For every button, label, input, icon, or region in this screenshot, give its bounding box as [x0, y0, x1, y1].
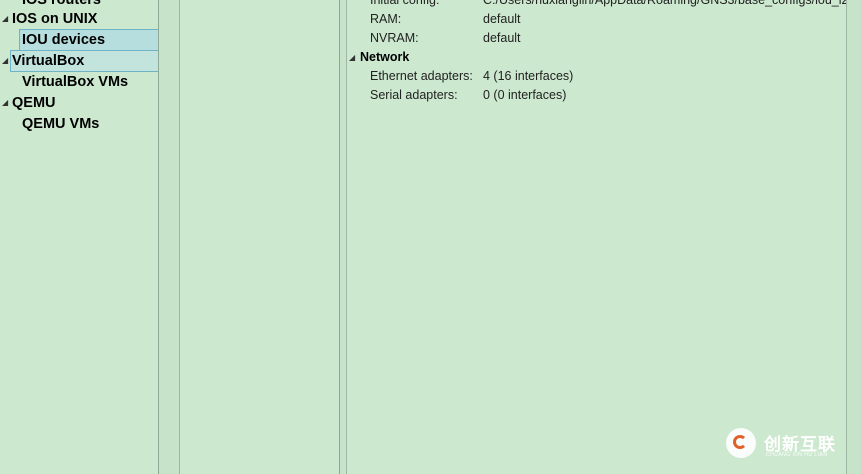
watermark-subtext: CHUANG XIN HU LIAN: [766, 452, 828, 458]
vertical-scrollbar[interactable]: [847, 0, 861, 474]
property-key: NVRAM:: [370, 31, 419, 45]
property-key: RAM:: [370, 12, 402, 26]
section-network[interactable]: ◢ Network: [349, 48, 649, 67]
property-row-nvram: NVRAM: default: [347, 29, 846, 48]
tree-category-label: VirtualBox: [12, 53, 85, 69]
collapse-arrow-icon[interactable]: ◢: [2, 93, 8, 113]
property-value: default: [483, 12, 521, 26]
tree-category-ios-on-unix[interactable]: ◢ IOS on UNIX: [0, 9, 158, 29]
properties-pane: Initial config: C:/Users/huxianglin/AppD…: [347, 0, 846, 474]
logo-mark-icon: [733, 435, 747, 449]
collapse-arrow-icon[interactable]: ◢: [2, 9, 8, 29]
tree-category-label: QEMU: [12, 95, 56, 111]
property-row-ram: RAM: default: [347, 10, 846, 29]
section-title: Network: [360, 50, 410, 64]
property-row-ethernet-adapters: Ethernet adapters: 4 (16 interfaces): [347, 67, 846, 86]
property-row-serial-adapters: Serial adapters: 0 (0 interfaces): [347, 86, 846, 105]
watermark-logo: 创新互联 CHUANG XIN HU LIAN: [722, 426, 857, 466]
property-key: Serial adapters:: [370, 88, 458, 102]
property-row-initial-config: Initial config: C:/Users/huxianglin/AppD…: [347, 0, 846, 10]
tree-category-virtualbox[interactable]: ◢ VirtualBox: [0, 51, 158, 71]
tree-item-virtualbox-vms[interactable]: VirtualBox VMs: [0, 72, 158, 92]
collapse-arrow-icon[interactable]: ◢: [2, 51, 8, 71]
device-tree-pane[interactable]: IOS routers ◢ IOS on UNIX IOU devices ◢ …: [0, 0, 158, 474]
property-value: 0 (0 interfaces): [483, 88, 567, 102]
tree-item-iou-devices[interactable]: IOU devices: [0, 30, 158, 50]
tree-item-label: VirtualBox VMs: [22, 74, 129, 90]
tree-category-label: IOS on UNIX: [12, 11, 98, 27]
property-value: C:/Users/huxianglin/AppData/Roaming/GNS3…: [483, 0, 846, 7]
property-value: default: [483, 31, 521, 45]
tree-category-qemu[interactable]: ◢ QEMU: [0, 93, 158, 113]
property-key: Initial config:: [370, 0, 440, 7]
tree-item-label: IOU devices: [22, 32, 106, 48]
device-list-pane[interactable]: [180, 0, 339, 474]
property-key: Ethernet adapters:: [370, 69, 473, 83]
tree-item-qemu-vms[interactable]: QEMU VMs: [0, 114, 158, 134]
collapse-arrow-icon[interactable]: ◢: [349, 48, 355, 67]
pane-gutter: [159, 0, 179, 474]
property-value: 4 (16 interfaces): [483, 69, 574, 83]
tree-item-label: QEMU VMs: [22, 116, 100, 132]
